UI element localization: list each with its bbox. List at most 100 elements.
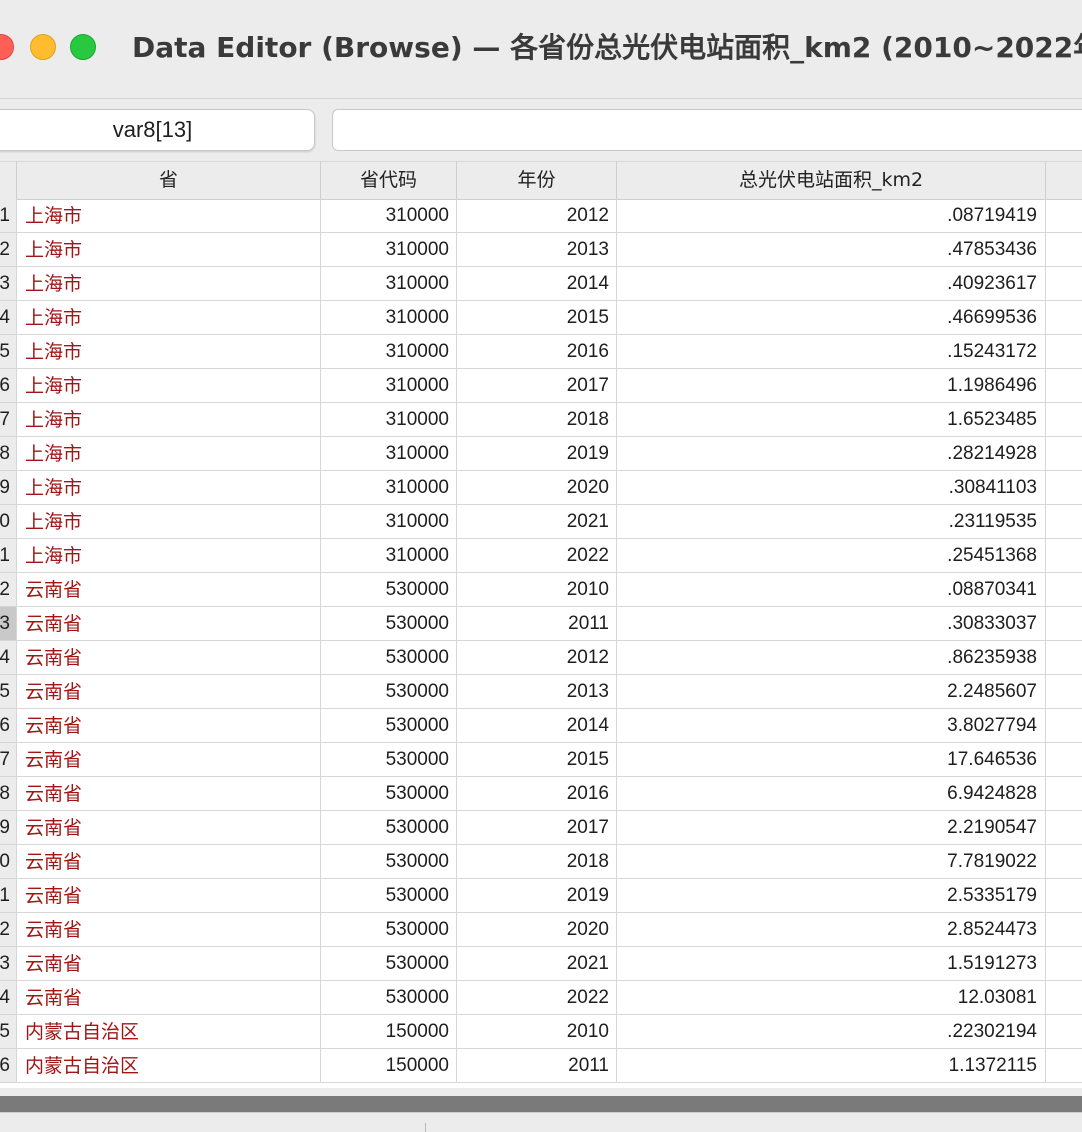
cell-province[interactable]: 云南省 [17, 675, 321, 709]
table-row[interactable]: 1 云南省 530000 2019 2.5335179 [0, 879, 1082, 913]
cell-pv-area[interactable]: 2.5335179 [617, 879, 1046, 913]
row-number[interactable]: 6 [0, 1049, 17, 1083]
cell-year[interactable]: 2012 [457, 199, 617, 233]
row-number[interactable]: 6 [0, 369, 17, 403]
cell-province[interactable]: 云南省 [17, 845, 321, 879]
cell-year[interactable]: 2010 [457, 1015, 617, 1049]
cell-pv-area[interactable]: .23119535 [617, 505, 1046, 539]
cell-province[interactable]: 云南省 [17, 709, 321, 743]
cell-province-code[interactable]: 530000 [321, 947, 457, 981]
cell-province-code[interactable]: 530000 [321, 981, 457, 1015]
row-number[interactable]: 3 [0, 947, 17, 981]
cell-province[interactable]: 内蒙古自治区 [17, 1049, 321, 1083]
cell-pv-area[interactable]: .47853436 [617, 233, 1046, 267]
row-number[interactable]: 1 [0, 199, 17, 233]
cell-province-code[interactable]: 530000 [321, 879, 457, 913]
table-row[interactable]: 7 上海市 310000 2018 1.6523485 [0, 403, 1082, 437]
cell-pv-area[interactable]: 1.6523485 [617, 403, 1046, 437]
cell-pv-area[interactable]: 1.1372115 [617, 1049, 1046, 1083]
row-number[interactable]: 8 [0, 777, 17, 811]
row-number[interactable]: 8 [0, 437, 17, 471]
row-number[interactable]: 4 [0, 641, 17, 675]
row-number[interactable]: 5 [0, 1015, 17, 1049]
cell-province-code[interactable]: 310000 [321, 233, 457, 267]
close-window-button[interactable] [0, 34, 14, 60]
cell-next-column[interactable] [1046, 811, 1082, 845]
column-header-province-code[interactable]: 省代码 [321, 162, 457, 199]
cell-next-column[interactable] [1046, 607, 1082, 641]
cell-pv-area[interactable]: 12.03081 [617, 981, 1046, 1015]
cell-province-code[interactable]: 310000 [321, 471, 457, 505]
horizontal-scrollbar[interactable] [0, 1096, 1082, 1112]
cell-province[interactable]: 内蒙古自治区 [17, 1015, 321, 1049]
cell-pv-area[interactable]: .86235938 [617, 641, 1046, 675]
table-row[interactable]: 2 上海市 310000 2013.47853436 [0, 233, 1082, 267]
row-number[interactable]: 1 [0, 879, 17, 913]
cell-next-column[interactable] [1046, 437, 1082, 471]
cell-province[interactable]: 上海市 [17, 267, 321, 301]
cell-year[interactable]: 2021 [457, 505, 617, 539]
cell-province[interactable]: 云南省 [17, 573, 321, 607]
cell-year[interactable]: 2021 [457, 947, 617, 981]
table-row[interactable]: 4 上海市 310000 2015.46699536 [0, 301, 1082, 335]
cell-pv-area[interactable]: 1.1986496 [617, 369, 1046, 403]
table-row[interactable]: 3 云南省 530000 2011.30833037 [0, 607, 1082, 641]
cell-province[interactable]: 云南省 [17, 743, 321, 777]
cell-pv-area[interactable]: .22302194 [617, 1015, 1046, 1049]
table-row[interactable]: 9 云南省 530000 2017 2.2190547 [0, 811, 1082, 845]
cell-pv-area[interactable]: 2.2485607 [617, 675, 1046, 709]
row-number[interactable]: 3 [0, 607, 17, 641]
table-row[interactable]: 6 云南省 530000 2014 3.8027794 [0, 709, 1082, 743]
table-row[interactable]: 8 云南省 530000 2016 6.9424828 [0, 777, 1082, 811]
row-number[interactable]: 4 [0, 301, 17, 335]
cell-year[interactable]: 2020 [457, 913, 617, 947]
row-number[interactable]: 6 [0, 709, 17, 743]
cell-value-field[interactable] [332, 109, 1082, 151]
table-row[interactable]: 4 云南省 530000 2022 12.03081 [0, 981, 1082, 1015]
cell-next-column[interactable] [1046, 879, 1082, 913]
cell-next-column[interactable] [1046, 913, 1082, 947]
cell-next-column[interactable] [1046, 743, 1082, 777]
cell-province[interactable]: 上海市 [17, 471, 321, 505]
cell-pv-area[interactable]: .30841103 [617, 471, 1046, 505]
table-row[interactable]: 6 内蒙古自治区 150000 2011 1.1372115 [0, 1049, 1082, 1083]
row-number[interactable]: 5 [0, 335, 17, 369]
cell-province[interactable]: 云南省 [17, 981, 321, 1015]
cell-next-column[interactable] [1046, 981, 1082, 1015]
cell-year[interactable]: 2017 [457, 369, 617, 403]
cell-pv-area[interactable]: 3.8027794 [617, 709, 1046, 743]
table-row[interactable]: 1 上海市 310000 2022.25451368 [0, 539, 1082, 573]
variable-name-box[interactable]: var8[13] [0, 109, 315, 151]
table-row[interactable]: 1 上海市 310000 2012.08719419 [0, 199, 1082, 233]
cell-province-code[interactable]: 530000 [321, 777, 457, 811]
cell-next-column[interactable] [1046, 403, 1082, 437]
cell-province[interactable]: 云南省 [17, 913, 321, 947]
row-number[interactable]: 7 [0, 743, 17, 777]
cell-pv-area[interactable]: .15243172 [617, 335, 1046, 369]
cell-next-column[interactable] [1046, 539, 1082, 573]
cell-pv-area[interactable]: .08719419 [617, 199, 1046, 233]
cell-year[interactable]: 2016 [457, 335, 617, 369]
cell-year[interactable]: 2019 [457, 437, 617, 471]
row-number[interactable]: 2 [0, 913, 17, 947]
cell-province[interactable]: 云南省 [17, 947, 321, 981]
column-header-year[interactable]: 年份 [457, 162, 617, 199]
cell-year[interactable]: 2015 [457, 743, 617, 777]
cell-next-column[interactable] [1046, 199, 1082, 233]
cell-province-code[interactable]: 310000 [321, 267, 457, 301]
cell-province[interactable]: 上海市 [17, 301, 321, 335]
minimize-window-button[interactable] [30, 34, 56, 60]
cell-year[interactable]: 2015 [457, 301, 617, 335]
cell-year[interactable]: 2017 [457, 811, 617, 845]
cell-pv-area[interactable]: .25451368 [617, 539, 1046, 573]
table-row[interactable]: 0 云南省 530000 2018 7.7819022 [0, 845, 1082, 879]
cell-province[interactable]: 云南省 [17, 777, 321, 811]
table-row[interactable]: 7 云南省 530000 2015 17.646536 [0, 743, 1082, 777]
cell-next-column[interactable] [1046, 709, 1082, 743]
row-number[interactable]: 3 [0, 267, 17, 301]
cell-year[interactable]: 2016 [457, 777, 617, 811]
table-row[interactable]: 2 云南省 530000 2010.08870341 [0, 573, 1082, 607]
cell-province-code[interactable]: 530000 [321, 743, 457, 777]
cell-year[interactable]: 2019 [457, 879, 617, 913]
cell-province[interactable]: 云南省 [17, 641, 321, 675]
